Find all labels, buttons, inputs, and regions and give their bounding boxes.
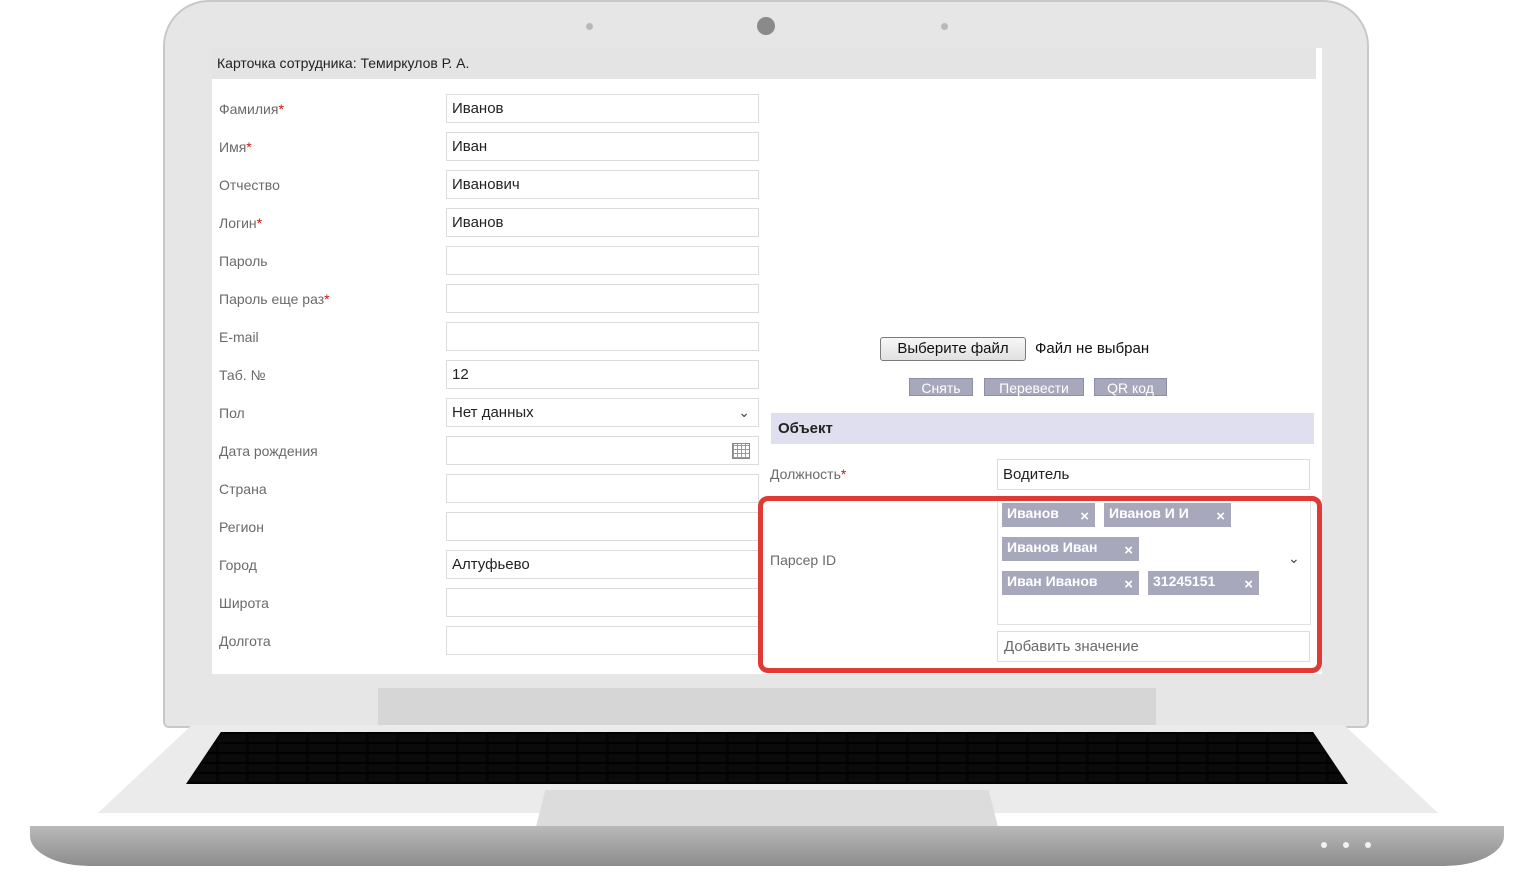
calendar-icon[interactable]: [732, 443, 750, 459]
field-label-birthdate: Дата рождения: [219, 443, 318, 459]
field-label-region: Регион: [219, 519, 264, 535]
field-label-longitude: Долгота: [219, 633, 271, 649]
surname-input[interactable]: Иванов: [446, 94, 759, 123]
field-label-country: Страна: [219, 481, 267, 497]
gender-select[interactable]: Нет данных ⌄: [446, 398, 759, 427]
field-label-name: Имя*: [219, 139, 252, 155]
remove-photo-button[interactable]: Снять: [909, 378, 973, 396]
qr-code-button[interactable]: QR код: [1094, 378, 1167, 396]
name-input[interactable]: Иван: [446, 132, 759, 161]
tab-number-input[interactable]: 12: [446, 360, 759, 389]
birthdate-input[interactable]: [446, 436, 759, 465]
region-input[interactable]: [446, 512, 759, 541]
field-label-surname: Фамилия*: [219, 101, 284, 117]
highlight-frame: [758, 496, 1322, 673]
password-repeat-input[interactable]: [446, 284, 759, 313]
email-input[interactable]: [446, 322, 759, 351]
login-input[interactable]: Иванов: [446, 208, 759, 237]
patronymic-input[interactable]: Иванович: [446, 170, 759, 199]
field-label-city: Город: [219, 557, 257, 573]
laptop-keyboard: [186, 732, 1348, 784]
field-label-password-repeat: Пароль еще раз*: [219, 291, 330, 307]
field-label-patronymic: Отчество: [219, 177, 280, 193]
password-input[interactable]: [446, 246, 759, 275]
transfer-button[interactable]: Перевести: [984, 378, 1084, 396]
laptop-base-front: [30, 826, 1504, 866]
section-object-header: Объект: [771, 413, 1314, 444]
field-label-password: Пароль: [219, 253, 268, 269]
chevron-down-icon: ⌄: [738, 404, 750, 420]
position-input[interactable]: Водитель: [997, 459, 1310, 490]
laptop-sensor-right: [941, 23, 948, 30]
laptop-sensor-left: [586, 23, 593, 30]
laptop-touchpad: [536, 790, 998, 827]
longitude-input[interactable]: [446, 626, 759, 655]
field-label-position: Должность*: [770, 466, 847, 482]
field-label-email: E-mail: [219, 329, 259, 345]
city-input[interactable]: Алтуфьево: [446, 550, 759, 579]
laptop-led: [1321, 842, 1327, 848]
field-label-gender: Пол: [219, 405, 245, 421]
laptop-hinge: [378, 688, 1156, 728]
field-label-tab-number: Таб. №: [219, 367, 266, 383]
laptop-led: [1343, 842, 1349, 848]
file-status-text: Файл не выбран: [1035, 340, 1150, 357]
gender-select-value: Нет данных: [452, 404, 534, 421]
laptop-led: [1365, 842, 1371, 848]
field-label-latitude: Широта: [219, 595, 269, 611]
latitude-input[interactable]: [446, 588, 759, 617]
page-title: Карточка сотрудника: Темиркулов Р. А.: [212, 48, 1316, 79]
country-input[interactable]: [446, 474, 759, 503]
laptop-camera: [757, 17, 775, 35]
choose-file-button[interactable]: Выберите файл: [880, 337, 1026, 361]
field-label-login: Логин*: [219, 215, 263, 231]
